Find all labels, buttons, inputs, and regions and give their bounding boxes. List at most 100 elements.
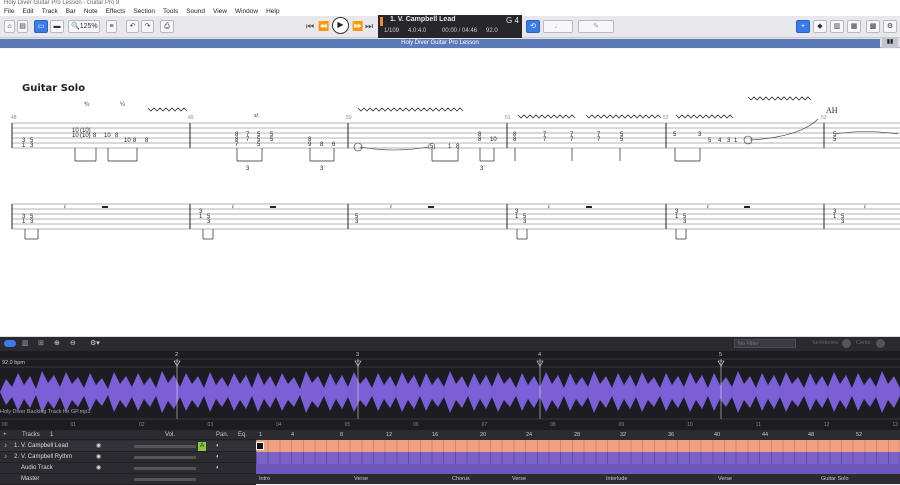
bar-number: 52: [663, 115, 669, 121]
audio-track-bars[interactable]: [256, 464, 900, 474]
tab-notation: 3 51 3 1010(10)(10) 8 10 810 8 8 8877755555 89…: [11, 96, 900, 240]
lcd-track-name[interactable]: 1. V. Campbell Lead: [390, 16, 456, 23]
visibility-icon[interactable]: ◉: [96, 452, 101, 463]
menu-view[interactable]: View: [209, 7, 231, 16]
instrument-icon[interactable]: ◆: [813, 20, 827, 33]
filter-select[interactable]: No Filter: [734, 339, 796, 348]
marker-label: 3: [356, 352, 360, 358]
track-name: Audio Track: [21, 465, 53, 471]
track-name: V. Campbell Lead: [21, 443, 69, 449]
snap-icon[interactable]: ⊞: [38, 339, 44, 347]
print-preview-icon[interactable]: ⎙: [160, 20, 174, 33]
pan-label: Pan.: [216, 432, 229, 438]
playhead-marker[interactable]: [256, 442, 264, 450]
document-tab[interactable]: Holy Diver Guitar Pro Lesson: [0, 39, 880, 48]
svg-text:10: 10: [490, 137, 497, 143]
semitones-knob[interactable]: [842, 339, 851, 348]
tuner-icon[interactable]: ✎: [578, 20, 614, 33]
menu-tools[interactable]: Tools: [159, 7, 182, 16]
svg-text:𝄽: 𝄽: [232, 205, 234, 211]
lead-track-bars[interactable]: [256, 440, 900, 452]
volume-slider[interactable]: [134, 445, 196, 448]
toggle-switch[interactable]: [4, 340, 16, 347]
redo-icon[interactable]: ↷: [141, 20, 154, 33]
settings-icon[interactable]: ⚙: [883, 20, 897, 33]
section-flag[interactable]: Guitar Solo: [821, 475, 849, 484]
section-flag[interactable]: Verse: [354, 475, 368, 484]
keyboard-icon[interactable]: ▩: [866, 20, 880, 33]
print-icon[interactable]: ▤: [17, 20, 28, 33]
menu-file[interactable]: File: [0, 7, 18, 16]
add-track-icon[interactable]: +: [796, 20, 810, 33]
track-row[interactable]: ♪ 1. V. Campbell Lead ◉ A ◐: [0, 441, 256, 452]
zoom-select[interactable]: 🔍125%: [68, 20, 100, 33]
menu-effects[interactable]: Effects: [102, 7, 130, 16]
play-button[interactable]: ▶: [332, 17, 349, 34]
menu-help[interactable]: Help: [262, 7, 283, 16]
multitrack-icon[interactable]: ≡: [106, 20, 117, 33]
section-flag[interactable]: Chorus: [452, 475, 470, 484]
menu-track[interactable]: Track: [38, 7, 62, 16]
svg-text:1: 1: [448, 144, 452, 150]
bar-number: 53: [821, 115, 827, 121]
section-flag[interactable]: Interlude: [606, 475, 627, 484]
timeline-toolbar: ▥ ⊞ ⊕ ⊖ ⚙▾ No Filter Semitones: Cents:: [0, 337, 900, 351]
triplet-label: 3: [246, 166, 250, 172]
pan-knob[interactable]: ◐: [216, 452, 220, 463]
cents-knob[interactable]: [876, 339, 885, 348]
section-flag[interactable]: Verse: [512, 475, 526, 484]
skip-end-icon[interactable]: ⏭: [365, 21, 373, 32]
audio-icon[interactable]: ▮▮: [882, 38, 898, 48]
skip-start-icon[interactable]: ⏮: [306, 21, 314, 32]
visibility-icon[interactable]: ◉: [96, 441, 101, 452]
svg-text:10: 10: [124, 138, 131, 144]
options-icon[interactable]: ⚙▾: [90, 339, 100, 347]
rewind-icon[interactable]: ⏪: [318, 21, 329, 32]
bar-number: 51: [505, 115, 511, 121]
lcd-time: 00:00 / 04:46: [442, 28, 478, 34]
audio-timeline[interactable]: 92.0 bpm 2 3 4 5 Holy Diver Backing Trac…: [0, 351, 900, 430]
pan-knob[interactable]: ◐: [216, 441, 220, 452]
section-flag[interactable]: Intro: [259, 475, 270, 484]
menu-note[interactable]: Note: [80, 7, 102, 16]
svg-text:(5): (5): [428, 144, 435, 150]
menu-bar-item[interactable]: Bar: [62, 7, 80, 16]
lcd-position: 1/109: [384, 28, 400, 34]
track-row[interactable]: ♪ 2. V. Campbell Rythm ◉ ◐: [0, 452, 256, 463]
undo-icon[interactable]: ↶: [126, 20, 139, 33]
zoom-icon: 🔍: [71, 23, 80, 30]
mixer-icon[interactable]: ▥: [830, 20, 844, 33]
waveform-icon[interactable]: ▥: [22, 339, 29, 347]
tracks-count: 1: [50, 432, 54, 438]
speed-icon[interactable]: ♩: [543, 20, 573, 33]
track-row[interactable]: Audio Track ◉ ◐: [0, 463, 256, 474]
menu-section[interactable]: Section: [129, 7, 159, 16]
track-row[interactable]: Master: [0, 474, 256, 485]
volume-slider[interactable]: [134, 467, 196, 470]
tracks-header: + Tracks 1 Vol. Pan. Eq.: [0, 430, 256, 440]
svg-text:𝄽: 𝄽: [707, 205, 709, 211]
menu-edit[interactable]: Edit: [18, 7, 37, 16]
solo-button[interactable]: A: [198, 442, 206, 451]
slide-label: sl.: [254, 113, 259, 119]
score-view[interactable]: Guitar Solo 3 5 1 3 10 10 (10) (10) 8 10…: [0, 49, 900, 337]
loop-icon[interactable]: ⟲: [526, 20, 540, 33]
horizontal-view-icon[interactable]: ▬: [50, 20, 64, 33]
add-track-button[interactable]: +: [3, 430, 7, 440]
fretboard-icon[interactable]: ▦: [847, 20, 861, 33]
page-view-icon[interactable]: ▭: [34, 20, 48, 33]
forward-icon[interactable]: ⏩: [352, 21, 363, 32]
home-icon[interactable]: ⌂: [4, 20, 15, 33]
volume-slider[interactable]: [134, 478, 196, 481]
zoom-in-icon[interactable]: ⊕: [54, 339, 60, 347]
pan-knob[interactable]: ◐: [216, 463, 220, 474]
rhythm-track-bars[interactable]: [256, 452, 900, 464]
zoom-out-icon[interactable]: ⊖: [70, 339, 76, 347]
section-flag[interactable]: Verse: [718, 475, 732, 484]
menu-sound[interactable]: Sound: [182, 7, 209, 16]
svg-text:𝄽: 𝄽: [64, 205, 66, 211]
window-title: Holy Diver Guitar Pro Lesson - Guitar Pr…: [0, 0, 900, 7]
menu-window[interactable]: Window: [231, 7, 262, 16]
volume-slider[interactable]: [134, 456, 196, 459]
visibility-icon[interactable]: ◉: [96, 463, 101, 474]
